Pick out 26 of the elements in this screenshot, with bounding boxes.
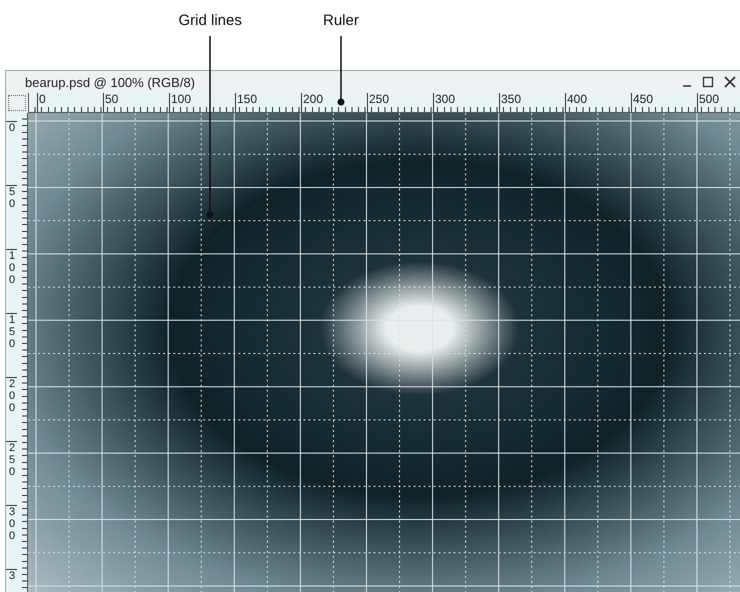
callout-label: Ruler bbox=[323, 12, 359, 29]
ruler-label: 150 bbox=[235, 93, 301, 112]
close-icon[interactable] bbox=[724, 76, 736, 88]
ruler-label: 150 bbox=[6, 313, 17, 377]
ruler-label: 500 bbox=[697, 93, 740, 112]
ruler-label: 250 bbox=[6, 441, 17, 505]
ruler-label: 300 bbox=[6, 505, 17, 569]
leader-line bbox=[337, 36, 345, 106]
ruler-label: 100 bbox=[6, 249, 17, 313]
ruler-label: 100 bbox=[169, 93, 235, 112]
ruler-label: 400 bbox=[565, 93, 631, 112]
callout-label: Grid lines bbox=[178, 12, 242, 29]
window-title: bearup.psd @ 100% (RGB/8) bbox=[25, 74, 196, 90]
ruler-origin[interactable] bbox=[8, 95, 26, 111]
ruler-label: 200 bbox=[301, 93, 367, 112]
ruler-label: 50 bbox=[103, 93, 169, 112]
ruler-label: 250 bbox=[367, 93, 433, 112]
ruler-label: 3 bbox=[6, 569, 17, 592]
ruler-label: 0 bbox=[37, 93, 103, 112]
ruler-label: 300 bbox=[433, 93, 499, 112]
ruler-label: 0 bbox=[6, 121, 17, 185]
maximize-icon[interactable] bbox=[702, 76, 714, 88]
ruler-label: 450 bbox=[631, 93, 697, 112]
ruler-label: 50 bbox=[6, 185, 17, 249]
ruler-label: 200 bbox=[6, 377, 17, 441]
ruler-label: 350 bbox=[499, 93, 565, 112]
